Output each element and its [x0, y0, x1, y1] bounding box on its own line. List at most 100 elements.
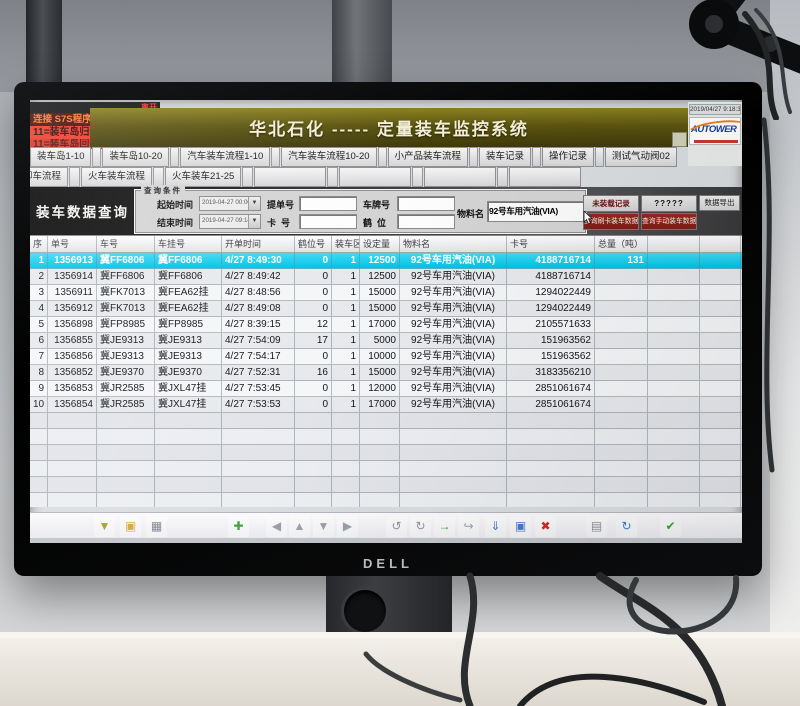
prior-record-icon[interactable]: ▲ — [289, 516, 310, 537]
next-record-icon[interactable]: ▼ — [313, 516, 334, 537]
query-manual-data-button[interactable]: 查询手动装车数据 — [641, 213, 697, 230]
column-header[interactable]: 车号 — [97, 236, 155, 252]
insert-row-icon[interactable]: → — [434, 516, 455, 537]
table-cell — [700, 397, 741, 412]
chart-icon[interactable]: ▦ — [146, 516, 167, 537]
tab-button[interactable]: 装车岛1-10 — [30, 147, 91, 167]
tab-button-blank[interactable] — [339, 167, 411, 187]
unloaded-records-button[interactable]: 未装载记录 — [583, 195, 639, 212]
table-cell: 15000 — [360, 301, 400, 316]
tab-spacer-button[interactable] — [69, 167, 80, 187]
redo-icon[interactable]: ↻ — [410, 516, 431, 537]
table-row[interactable]: 71356856冀JE9313冀JE93134/27 7:54:17011000… — [30, 349, 742, 365]
table-row[interactable]: 91356853冀JR2585冀JXL47挂4/27 7:53:45011200… — [30, 381, 742, 397]
table-row[interactable]: 11356913冀FF6806冀FF68064/27 8:49:30011250… — [30, 253, 742, 269]
table-empty-cell — [360, 493, 400, 507]
print-preview-icon[interactable]: ▤ — [586, 516, 607, 537]
tab-button[interactable]: 火车装车流程 — [81, 167, 152, 187]
tab-button-blank[interactable] — [424, 167, 496, 187]
add-record-icon[interactable]: ✚ — [228, 516, 249, 537]
table-row[interactable]: 31356911冀FK7013冀FEA62挂4/27 8:48:56011500… — [30, 285, 742, 301]
confirm-audio-icon[interactable]: ✔ — [660, 516, 681, 537]
column-header[interactable] — [700, 236, 741, 252]
unknown-button[interactable]: ????? — [641, 195, 697, 212]
start-time-picker[interactable]: 2019-04-27 00:00:00 ▼ — [199, 196, 261, 211]
tab-spacer-button[interactable] — [92, 147, 101, 167]
tab-button[interactable]: 装车记录 — [479, 147, 531, 167]
tab-spacer-button[interactable] — [412, 167, 423, 187]
titlebar-widget[interactable] — [672, 132, 687, 147]
first-record-icon[interactable]: ◀ — [266, 516, 287, 537]
column-header[interactable]: 序 — [30, 236, 48, 252]
table-row[interactable]: 41356912冀FK7013冀FEA62挂4/27 8:49:08011500… — [30, 301, 742, 317]
table-empty-cell — [222, 461, 295, 476]
save-icon[interactable]: ⇓ — [485, 516, 506, 537]
card-no-input[interactable] — [299, 214, 357, 229]
tab-spacer-button[interactable] — [532, 147, 541, 167]
tab-button-blank[interactable] — [509, 167, 581, 187]
undo-icon[interactable]: ↺ — [386, 516, 407, 537]
column-header[interactable]: 开单时间 — [222, 236, 295, 252]
tab-button[interactable]: 火车装车21-25 — [165, 167, 241, 187]
column-header[interactable]: 总量（吨） — [595, 236, 648, 252]
table-header-row: 序单号车号车挂号开单时间鹤位号装车区设定量物料名卡号总量（吨） — [30, 236, 742, 253]
bill-no-input[interactable] — [299, 196, 357, 211]
tab-button[interactable]: 甲醇乙醇卸车流程 — [30, 167, 68, 187]
filter-icon[interactable]: ▼ — [94, 516, 115, 537]
tab-spacer-button[interactable] — [469, 147, 478, 167]
refresh-icon[interactable]: ↻ — [616, 516, 637, 537]
column-header[interactable]: 卡号 — [507, 236, 595, 252]
last-record-icon[interactable]: ▶ — [337, 516, 358, 537]
column-header[interactable] — [648, 236, 700, 252]
table-cell — [595, 285, 648, 300]
post-edit-icon[interactable]: ↪ — [458, 516, 479, 537]
delete-icon[interactable]: ✖ — [535, 516, 556, 537]
tab-spacer-button[interactable] — [378, 147, 387, 167]
table-row[interactable]: 61356855冀JE9313冀JE93134/27 7:54:09171500… — [30, 333, 742, 349]
tab-row-1: 装车岛1-10 装车岛10-20 汽车装车流程1-10 汽车装车流程10-20 小产品装… — [30, 147, 678, 167]
table-empty-cell — [97, 445, 155, 460]
table-empty-cell — [222, 445, 295, 460]
table-cell: 6 — [30, 333, 48, 348]
tab-spacer-button[interactable] — [242, 167, 253, 187]
tab-spacer-button[interactable] — [170, 147, 179, 167]
column-header[interactable]: 鹤位号 — [295, 236, 332, 252]
table-empty-cell — [595, 493, 648, 507]
table-cell: 1356912 — [48, 301, 97, 316]
tab-spacer-button[interactable] — [153, 167, 164, 187]
column-header[interactable]: 车挂号 — [155, 236, 222, 252]
column-header[interactable]: 装车区 — [332, 236, 360, 252]
plate-no-input[interactable] — [397, 196, 455, 211]
crane-pos-input[interactable] — [397, 214, 455, 229]
tab-spacer-button[interactable] — [595, 147, 604, 167]
save-all-icon[interactable]: ▣ — [510, 516, 531, 537]
column-header[interactable]: 物料名 — [400, 236, 507, 252]
column-header[interactable]: 单号 — [48, 236, 97, 252]
tab-button-blank[interactable] — [254, 167, 326, 187]
tab-button[interactable]: 测试气动阀02 — [605, 147, 677, 167]
end-time-picker[interactable]: 2019-04-27 09:14:50 ▼ — [199, 214, 261, 229]
tab-button[interactable]: 汽车装车流程10-20 — [281, 147, 376, 167]
table-row[interactable]: 101356854冀JR2585冀JXL47挂4/27 7:53:5301170… — [30, 397, 742, 413]
tab-spacer-button[interactable] — [327, 167, 338, 187]
table-row[interactable]: 21356914冀FF6806冀FF68064/27 8:49:42011250… — [30, 269, 742, 285]
chevron-down-icon[interactable]: ▼ — [248, 215, 260, 228]
table-cell: 92号车用汽油(VIA) — [400, 349, 507, 364]
table-cell — [700, 333, 741, 348]
chevron-down-icon[interactable]: ▼ — [248, 197, 260, 210]
column-header[interactable]: 设定量 — [360, 236, 400, 252]
table-cell: 1356852 — [48, 365, 97, 380]
table-empty-row — [30, 461, 742, 477]
tab-button[interactable]: 小产品装车流程 — [388, 147, 469, 167]
material-combo[interactable]: 92号车用汽油(VIA) — [487, 201, 584, 222]
tab-spacer-button[interactable] — [497, 167, 508, 187]
export-data-button[interactable]: 数据导出 — [699, 195, 740, 211]
table-empty-cell — [700, 429, 741, 444]
tab-button[interactable]: 汽车装车流程1-10 — [180, 147, 270, 167]
tab-button[interactable]: 操作记录 — [542, 147, 594, 167]
tab-spacer-button[interactable] — [271, 147, 280, 167]
folder-icon[interactable]: ▣ — [120, 516, 141, 537]
table-row[interactable]: 51356898冀FP8985冀FP89854/27 8:39:15121170… — [30, 317, 742, 333]
tab-button[interactable]: 装车岛10-20 — [102, 147, 169, 167]
table-row[interactable]: 81356852冀JE9370冀JE93704/27 7:52:31161150… — [30, 365, 742, 381]
